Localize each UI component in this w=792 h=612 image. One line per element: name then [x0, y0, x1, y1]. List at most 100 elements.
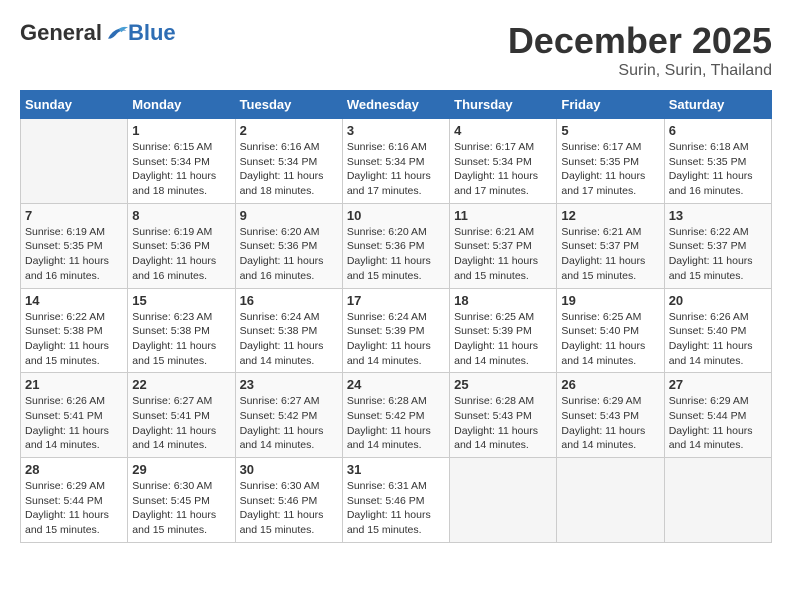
day-info: Sunrise: 6:25 AMSunset: 5:39 PMDaylight:… [454, 310, 552, 369]
calendar-cell: 11Sunrise: 6:21 AMSunset: 5:37 PMDayligh… [450, 203, 557, 288]
calendar-cell: 29 Sunrise: 6:30 AMSunset: 5:45 PMDayligh… [128, 458, 235, 543]
day-number: 4 [454, 123, 552, 138]
day-info: Sunrise: 6:31 AMSunset: 5:46 PMDaylight:… [347, 479, 445, 538]
day-number: 13 [669, 208, 767, 223]
day-number: 28 [25, 462, 123, 477]
day-info: Sunrise: 6:30 AMSunset: 5:45 PMDaylight:… [132, 479, 230, 538]
day-number: 31 [347, 462, 445, 477]
day-info: Sunrise: 6:24 AMSunset: 5:38 PMDaylight:… [240, 310, 338, 369]
calendar-cell: 20 Sunrise: 6:26 AMSunset: 5:40 PMDayligh… [664, 288, 771, 373]
title-section: December 2025 Surin, Surin, Thailand [508, 20, 772, 80]
day-number: 17 [347, 293, 445, 308]
day-number: 2 [240, 123, 338, 138]
calendar-cell: 27 Sunrise: 6:29 AMSunset: 5:44 PMDayligh… [664, 373, 771, 458]
day-number: 26 [561, 377, 659, 392]
page-header: General Blue December 2025 Surin, Surin,… [20, 20, 772, 80]
calendar-cell: 2 Sunrise: 6:16 AMSunset: 5:34 PMDaylight… [235, 119, 342, 204]
calendar-day-header: Thursday [450, 91, 557, 119]
calendar-cell: 30Sunrise: 6:30 AMSunset: 5:46 PMDayligh… [235, 458, 342, 543]
calendar-cell [557, 458, 664, 543]
calendar-week-row: 7 Sunrise: 6:19 AMSunset: 5:35 PMDaylight… [21, 203, 772, 288]
day-info: Sunrise: 6:26 AMSunset: 5:40 PMDaylight:… [669, 310, 767, 369]
day-number: 10 [347, 208, 445, 223]
day-info: Sunrise: 6:15 AMSunset: 5:34 PMDaylight:… [132, 140, 230, 199]
calendar-week-row: 21 Sunrise: 6:26 AMSunset: 5:41 PMDayligh… [21, 373, 772, 458]
calendar-cell: 17 Sunrise: 6:24 AMSunset: 5:39 PMDayligh… [342, 288, 449, 373]
day-info: Sunrise: 6:21 AMSunset: 5:37 PMDaylight:… [454, 225, 552, 284]
day-number: 27 [669, 377, 767, 392]
day-number: 21 [25, 377, 123, 392]
calendar-cell: 7 Sunrise: 6:19 AMSunset: 5:35 PMDaylight… [21, 203, 128, 288]
day-info: Sunrise: 6:24 AMSunset: 5:39 PMDaylight:… [347, 310, 445, 369]
day-number: 1 [132, 123, 230, 138]
calendar-cell: 15 Sunrise: 6:23 AMSunset: 5:38 PMDayligh… [128, 288, 235, 373]
day-number: 29 [132, 462, 230, 477]
day-number: 24 [347, 377, 445, 392]
calendar-cell: 24 Sunrise: 6:28 AMSunset: 5:42 PMDayligh… [342, 373, 449, 458]
location-text: Surin, Surin, Thailand [508, 62, 772, 80]
day-number: 15 [132, 293, 230, 308]
month-year-title: December 2025 [508, 20, 772, 62]
day-info: Sunrise: 6:28 AMSunset: 5:43 PMDaylight:… [454, 394, 552, 453]
logo-blue-text: Blue [128, 20, 176, 46]
calendar-cell: 28 Sunrise: 6:29 AMSunset: 5:44 PMDayligh… [21, 458, 128, 543]
day-info: Sunrise: 6:18 AMSunset: 5:35 PMDaylight:… [669, 140, 767, 199]
calendar-day-header: Friday [557, 91, 664, 119]
day-info: Sunrise: 6:19 AMSunset: 5:35 PMDaylight:… [25, 225, 123, 284]
calendar-cell: 21 Sunrise: 6:26 AMSunset: 5:41 PMDayligh… [21, 373, 128, 458]
calendar-day-header: Monday [128, 91, 235, 119]
calendar-cell [21, 119, 128, 204]
day-info: Sunrise: 6:21 AMSunset: 5:37 PMDaylight:… [561, 225, 659, 284]
calendar-cell: 10Sunrise: 6:20 AMSunset: 5:36 PMDayligh… [342, 203, 449, 288]
calendar-cell: 19Sunrise: 6:25 AMSunset: 5:40 PMDayligh… [557, 288, 664, 373]
day-number: 16 [240, 293, 338, 308]
calendar-cell: 25 Sunrise: 6:28 AMSunset: 5:43 PMDayligh… [450, 373, 557, 458]
calendar-cell: 8Sunrise: 6:19 AMSunset: 5:36 PMDaylight… [128, 203, 235, 288]
calendar-week-row: 1 Sunrise: 6:15 AMSunset: 5:34 PMDaylight… [21, 119, 772, 204]
calendar-day-header: Wednesday [342, 91, 449, 119]
day-info: Sunrise: 6:25 AMSunset: 5:40 PMDaylight:… [561, 310, 659, 369]
calendar-cell: 5Sunrise: 6:17 AMSunset: 5:35 PMDaylight… [557, 119, 664, 204]
day-number: 12 [561, 208, 659, 223]
logo: General Blue [20, 20, 176, 46]
calendar-cell: 23Sunrise: 6:27 AMSunset: 5:42 PMDayligh… [235, 373, 342, 458]
calendar-cell: 3 Sunrise: 6:16 AMSunset: 5:34 PMDaylight… [342, 119, 449, 204]
logo-bird-icon [104, 23, 128, 43]
day-info: Sunrise: 6:27 AMSunset: 5:41 PMDaylight:… [132, 394, 230, 453]
day-number: 7 [25, 208, 123, 223]
calendar-day-header: Saturday [664, 91, 771, 119]
day-info: Sunrise: 6:23 AMSunset: 5:38 PMDaylight:… [132, 310, 230, 369]
day-number: 6 [669, 123, 767, 138]
day-number: 5 [561, 123, 659, 138]
calendar-cell: 26 Sunrise: 6:29 AMSunset: 5:43 PMDayligh… [557, 373, 664, 458]
day-info: Sunrise: 6:19 AMSunset: 5:36 PMDaylight:… [132, 225, 230, 284]
calendar-cell: 9Sunrise: 6:20 AMSunset: 5:36 PMDaylight… [235, 203, 342, 288]
day-info: Sunrise: 6:16 AMSunset: 5:34 PMDaylight:… [240, 140, 338, 199]
day-number: 14 [25, 293, 123, 308]
day-number: 23 [240, 377, 338, 392]
day-info: Sunrise: 6:26 AMSunset: 5:41 PMDaylight:… [25, 394, 123, 453]
day-number: 22 [132, 377, 230, 392]
day-number: 25 [454, 377, 552, 392]
calendar-cell [664, 458, 771, 543]
day-info: Sunrise: 6:28 AMSunset: 5:42 PMDaylight:… [347, 394, 445, 453]
day-number: 30 [240, 462, 338, 477]
logo-general-text: General [20, 20, 102, 46]
day-info: Sunrise: 6:29 AMSunset: 5:44 PMDaylight:… [669, 394, 767, 453]
calendar-cell: 31 Sunrise: 6:31 AMSunset: 5:46 PMDayligh… [342, 458, 449, 543]
day-number: 9 [240, 208, 338, 223]
calendar-cell: 1 Sunrise: 6:15 AMSunset: 5:34 PMDaylight… [128, 119, 235, 204]
day-info: Sunrise: 6:29 AMSunset: 5:44 PMDaylight:… [25, 479, 123, 538]
day-number: 18 [454, 293, 552, 308]
day-info: Sunrise: 6:16 AMSunset: 5:34 PMDaylight:… [347, 140, 445, 199]
day-number: 20 [669, 293, 767, 308]
calendar-cell: 6 Sunrise: 6:18 AMSunset: 5:35 PMDaylight… [664, 119, 771, 204]
calendar-week-row: 28 Sunrise: 6:29 AMSunset: 5:44 PMDayligh… [21, 458, 772, 543]
day-info: Sunrise: 6:29 AMSunset: 5:43 PMDaylight:… [561, 394, 659, 453]
calendar-week-row: 14 Sunrise: 6:22 AMSunset: 5:38 PMDayligh… [21, 288, 772, 373]
calendar-cell: 4 Sunrise: 6:17 AMSunset: 5:34 PMDaylight… [450, 119, 557, 204]
day-info: Sunrise: 6:22 AMSunset: 5:38 PMDaylight:… [25, 310, 123, 369]
calendar-header-row: SundayMondayTuesdayWednesdayThursdayFrid… [21, 91, 772, 119]
day-number: 3 [347, 123, 445, 138]
day-info: Sunrise: 6:17 AMSunset: 5:34 PMDaylight:… [454, 140, 552, 199]
